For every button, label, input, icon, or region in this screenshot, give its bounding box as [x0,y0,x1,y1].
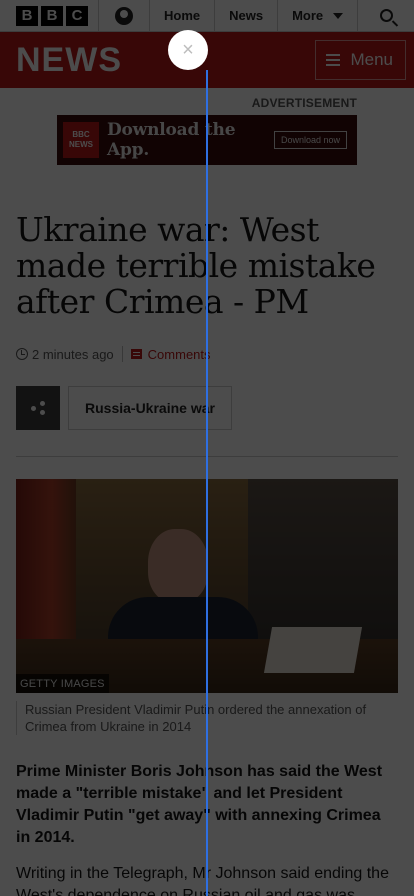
comment-icon [130,349,142,359]
share-icon [31,401,45,415]
user-icon [115,6,133,25]
bbc-logo-letter: B [41,5,63,26]
ad-logo-line: NEWS [69,140,93,149]
photo-papers [263,627,363,673]
hamburger-icon [326,54,341,66]
share-button[interactable] [16,386,60,430]
nav-news[interactable]: News [215,0,279,31]
menu-button[interactable]: Menu [315,40,406,80]
clock-icon [16,348,28,360]
image-credit: GETTY IMAGES [16,674,109,693]
advertisement-headline: Download the App. [107,120,236,160]
news-brand[interactable]: NEWS [16,41,122,80]
focus-guide-line [206,70,208,896]
meta-divider [121,346,123,362]
close-icon[interactable]: × [168,30,208,70]
menu-label: Menu [350,50,393,69]
search-icon [379,9,393,22]
global-navigation-bar: B B C Home News More [0,0,414,32]
nav-more[interactable]: More [278,0,359,31]
nav-more-label: More [292,8,324,23]
chevron-down-icon [333,12,344,19]
account-button[interactable] [99,0,150,31]
bbc-logo-letter: C [66,5,88,26]
bbc-logo[interactable]: B B C [0,0,99,31]
comments-link[interactable]: Comments [148,347,211,362]
bbc-logo-letter: B [16,5,38,26]
article-timestamp: 2 minutes ago [32,346,114,362]
search-button[interactable] [358,0,414,31]
nav-home[interactable]: Home [150,0,216,31]
download-now-button[interactable]: Download now [273,131,347,149]
bbc-news-app-logo: BBC NEWS [63,122,99,158]
ad-logo-line: BBC [72,130,90,139]
